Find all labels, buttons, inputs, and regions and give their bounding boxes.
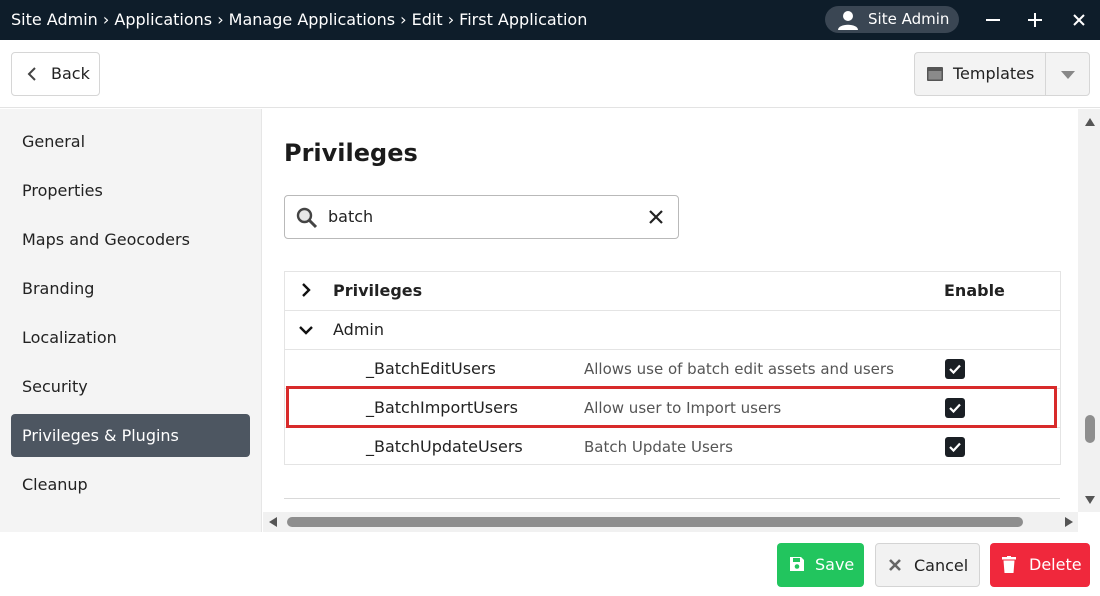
title-bar: Site Admin › Applications › Manage Appli… [0,0,1100,40]
templates-button[interactable]: Templates [914,52,1090,96]
minimize-button[interactable] [981,8,1005,32]
footer-actions: Save Cancel Delete [0,532,1100,596]
save-label: Save [815,555,855,574]
chevron-right-icon[interactable] [300,282,312,298]
breadcrumb: Site Admin › Applications › Manage Appli… [11,10,588,29]
trash-icon [1002,556,1016,573]
user-menu-button[interactable]: Site Admin [825,6,959,33]
column-header-enable[interactable]: Enable [944,272,1005,310]
privilege-name: _BatchUpdateUsers [366,437,523,456]
clear-search-icon[interactable] [648,209,664,225]
group-row-admin[interactable]: Admin [285,311,1060,350]
grid-header-row: Privileges Enable [285,272,1060,311]
sidebar-item-branding[interactable]: Branding [11,267,250,310]
check-icon [949,442,961,453]
table-row[interactable]: _BatchEditUsers Allows use of batch edit… [285,350,1060,389]
toolbar: Back Templates [0,40,1100,108]
scrollbar-thumb[interactable] [287,517,1023,527]
plus-icon [1028,13,1042,27]
scroll-down-icon[interactable] [1084,495,1096,505]
main-panel: Privileges batch Privileges Enable Admin… [263,109,1100,532]
scrollbar-thumb[interactable] [1085,415,1095,443]
chevron-down-icon[interactable] [298,324,314,336]
privilege-name: _BatchEditUsers [366,359,496,378]
sidebar-item-security[interactable]: Security [11,365,250,408]
user-icon [838,11,858,30]
sidebar-item-cleanup[interactable]: Cleanup [11,463,250,506]
minimize-icon [986,19,1000,21]
save-button[interactable]: Save [777,543,864,587]
caret-down-icon[interactable] [1060,70,1076,80]
privilege-description: Allows use of batch edit assets and user… [584,360,894,378]
scroll-up-icon[interactable] [1084,117,1096,127]
close-window-button[interactable] [1067,8,1091,32]
sidebar-item-general[interactable]: General [11,120,250,163]
sidebar-item-maps[interactable]: Maps and Geocoders [11,218,250,261]
page-title: Privileges [284,139,418,167]
search-input[interactable]: batch [284,195,679,239]
template-icon [927,67,943,81]
back-button[interactable]: Back [11,52,100,96]
enable-checkbox[interactable] [945,359,965,379]
save-icon [790,557,804,571]
group-label: Admin [333,320,384,339]
split-divider [1045,53,1046,95]
chevron-left-icon [27,67,36,81]
privilege-description: Batch Update Users [584,438,733,456]
sidebar-item-localization[interactable]: Localization [11,316,250,359]
sidebar-item-properties[interactable]: Properties [11,169,250,212]
back-label: Back [51,64,90,83]
check-icon [949,364,961,375]
column-header-privileges[interactable]: Privileges [333,272,422,310]
sidebar-item-privileges[interactable]: Privileges & Plugins [11,414,250,457]
table-row[interactable]: _BatchUpdateUsers Batch Update Users [285,428,1060,467]
user-name: Site Admin [868,10,950,28]
divider [284,498,1060,499]
vertical-scrollbar[interactable] [1078,109,1100,512]
close-icon [1073,14,1085,26]
scroll-right-icon[interactable] [1064,516,1074,528]
scroll-left-icon[interactable] [268,516,278,528]
highlight-box [286,386,1057,428]
search-value: batch [328,207,374,226]
cancel-button[interactable]: Cancel [875,543,980,587]
privileges-grid: Privileges Enable Admin _BatchEditUsers … [284,271,1061,465]
templates-label: Templates [953,64,1035,83]
search-icon [296,207,318,229]
maximize-button[interactable] [1023,8,1047,32]
enable-checkbox[interactable] [945,437,965,457]
cancel-label: Cancel [914,556,969,575]
delete-label: Delete [1029,555,1082,574]
horizontal-scrollbar[interactable] [263,512,1078,532]
sidebar-nav: General Properties Maps and Geocoders Br… [0,109,262,532]
delete-button[interactable]: Delete [990,543,1090,587]
close-icon [889,559,901,571]
